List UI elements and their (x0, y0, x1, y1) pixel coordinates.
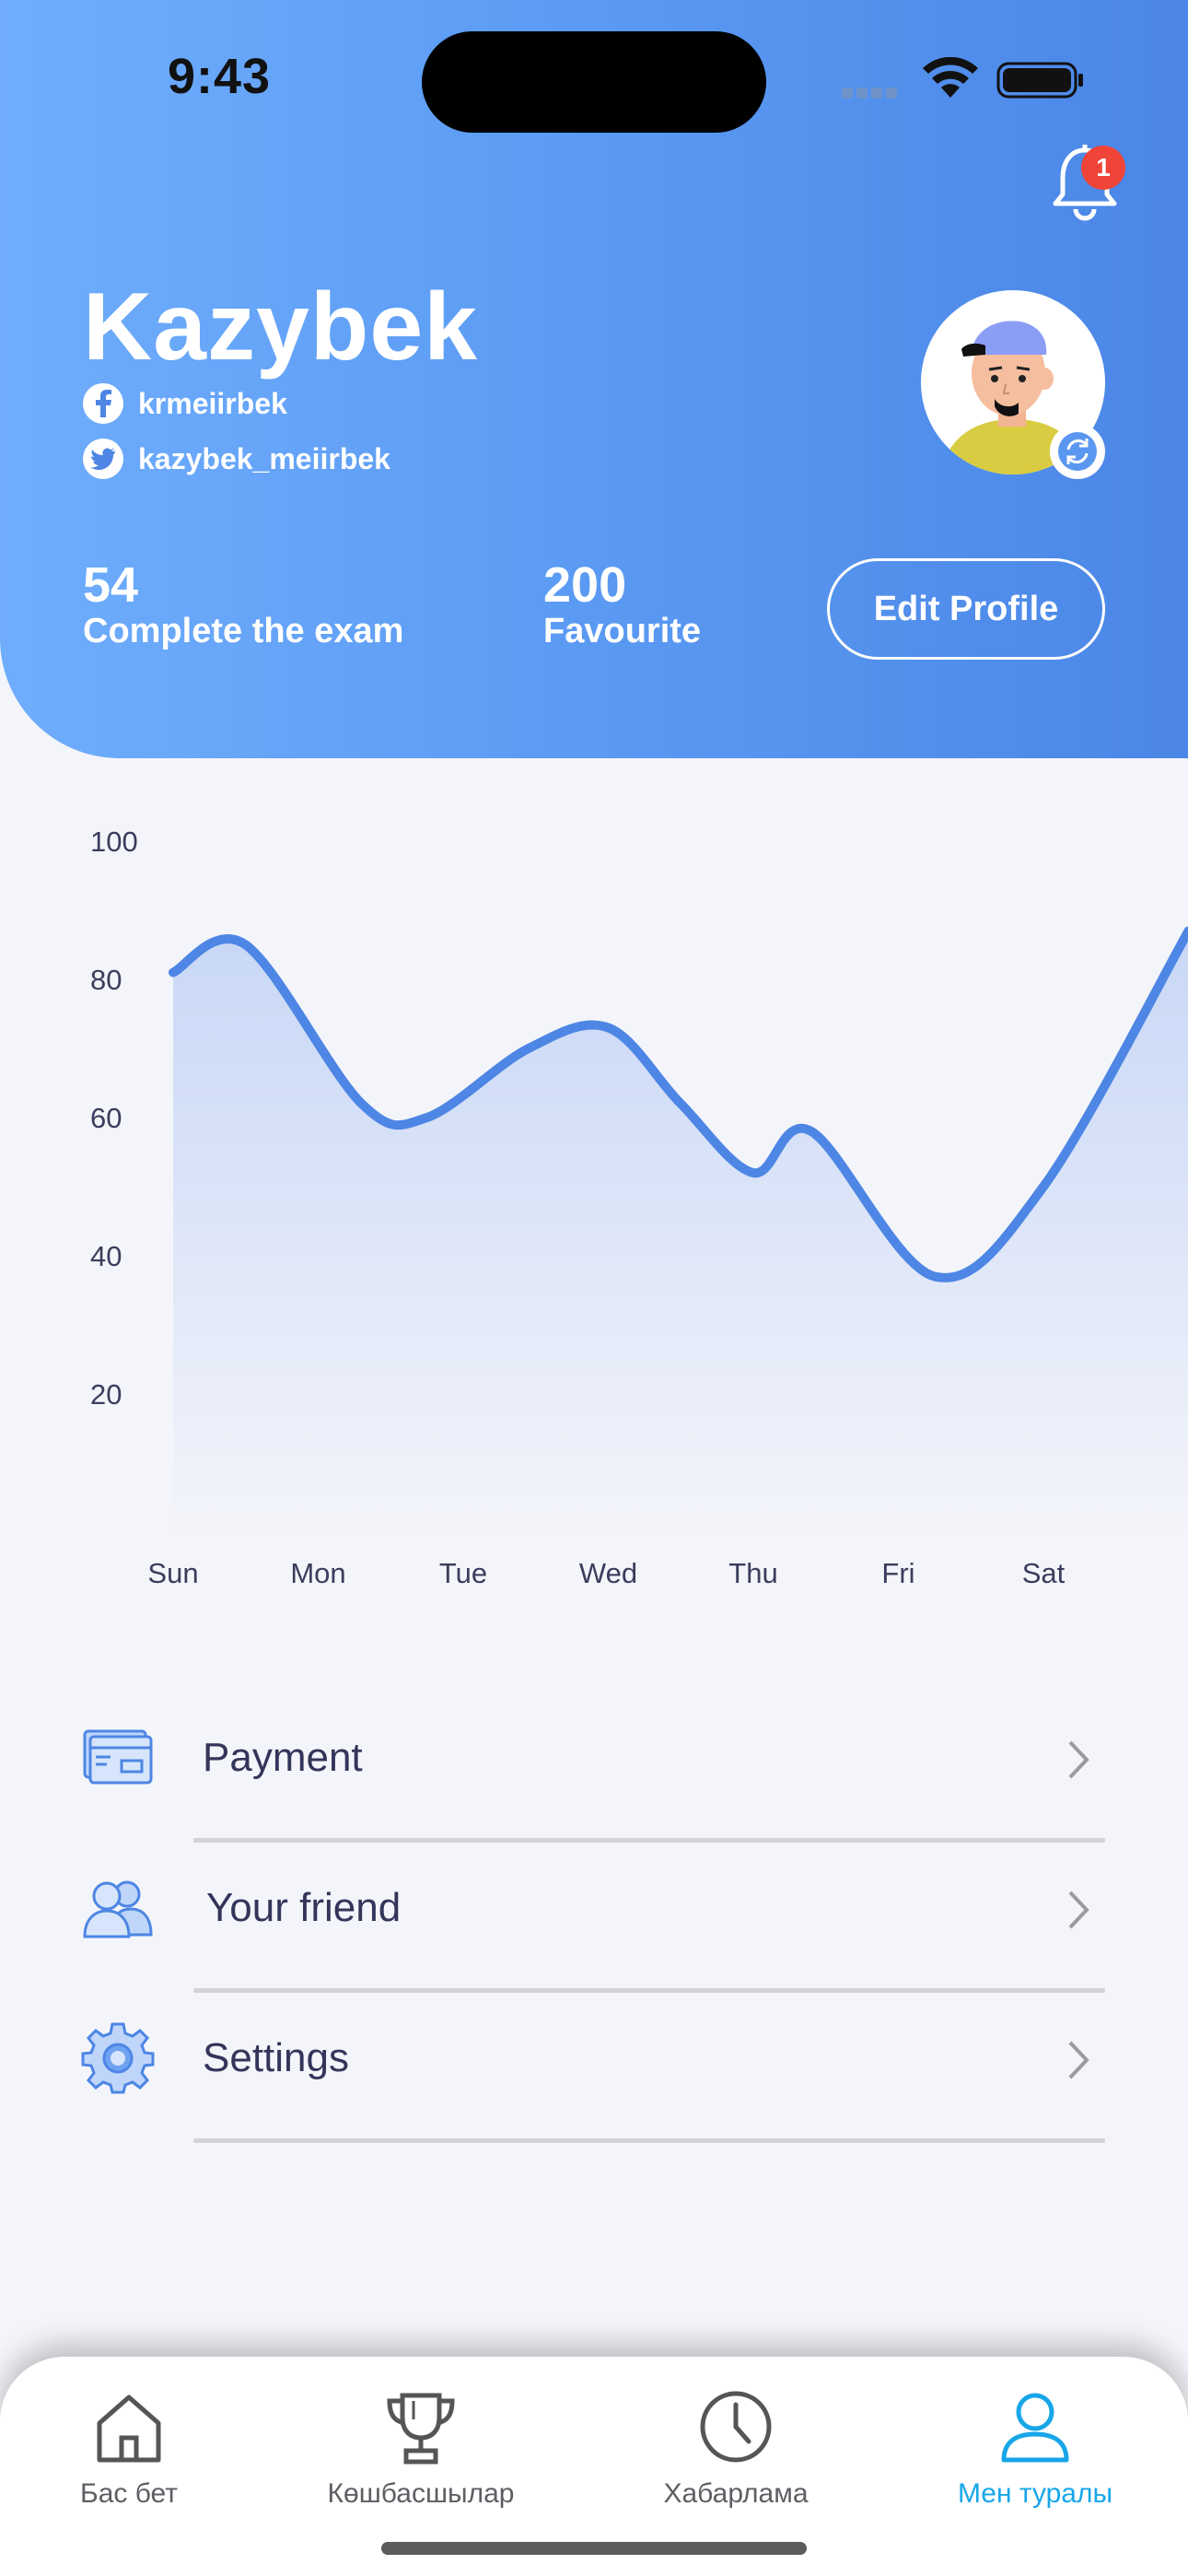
x-tick-label: Sun (147, 1557, 198, 1589)
facebook-link[interactable]: krmeiirbek (83, 383, 287, 424)
menu-item-your-friend[interactable]: Your friend (81, 1843, 1105, 1993)
stat-value: 54 (83, 557, 139, 613)
stat-label: Complete the exam (83, 612, 404, 650)
stat-value: 200 (543, 557, 627, 613)
edit-profile-button[interactable]: Edit Profile (827, 558, 1105, 660)
trophy-icon (387, 2393, 455, 2465)
menu-item-label: Payment (203, 1735, 363, 1780)
chevron-right-icon (1068, 1891, 1089, 1929)
cellular-signal-icon (842, 87, 904, 100)
chart-area-fill (173, 931, 1188, 1539)
twitter-handle: kazybek_meiirbek (138, 441, 390, 475)
menu-item-label: Settings (203, 2035, 349, 2080)
twitter-link[interactable]: kazybek_meiirbek (83, 439, 390, 479)
battery-icon (996, 62, 1083, 99)
user-icon (1001, 2393, 1069, 2463)
y-tick-label: 60 (90, 1102, 122, 1134)
wifi-icon (923, 57, 978, 98)
facebook-icon (83, 383, 123, 424)
y-tick-label: 80 (90, 964, 122, 996)
menu-item-label: Your friend (206, 1885, 402, 1930)
y-tick-label: 40 (90, 1240, 122, 1272)
home-indicator (381, 2542, 807, 2555)
x-tick-label: Mon (290, 1557, 345, 1589)
stat-complete-exam: 54 Complete the exam (83, 556, 403, 651)
tab-about-me[interactable]: Мен туралы (915, 2386, 1155, 2510)
profile-screen: 9:43 1 Kazybek krmeiirbek kazybek_meiirb… (0, 0, 1188, 2576)
x-tick-label: Wed (579, 1557, 637, 1589)
chevron-right-icon (1068, 2041, 1089, 2079)
tab-home[interactable]: Бас бет (9, 2386, 249, 2510)
tab-label: Хабарлама (663, 2478, 809, 2509)
progress-chart: 100 80 60 40 20 Sun Mon Tue Wed Thu Fri Sat (90, 825, 1188, 1589)
x-tick-label: Fri (881, 1557, 914, 1589)
divider (193, 2138, 1105, 2143)
notification-badge: 1 (1081, 146, 1125, 190)
clock-icon (700, 2391, 772, 2463)
tab-label: Көшбасшылар (327, 2478, 515, 2509)
status-time: 9:43 (168, 49, 272, 104)
y-tick-label: 20 (90, 1378, 122, 1411)
friends-icon (83, 1880, 153, 1938)
tab-label: Бас бет (80, 2478, 178, 2509)
twitter-icon (83, 439, 123, 479)
credit-card-icon (83, 1729, 153, 1785)
dynamic-island (422, 31, 766, 133)
tab-notifications[interactable]: Хабарлама (616, 2386, 856, 2510)
tab-leaderboard[interactable]: Көшбасшылар (301, 2386, 541, 2510)
profile-name: Kazybek (83, 274, 478, 381)
gear-icon (81, 2022, 155, 2094)
x-tick-label: Thu (728, 1557, 777, 1589)
x-tick-label: Sat (1022, 1557, 1066, 1589)
menu-item-payment[interactable]: Payment (81, 1692, 1105, 1843)
menu-item-settings[interactable]: Settings (81, 1993, 1105, 2143)
stat-label: Favourite (543, 612, 702, 650)
y-tick-label: 100 (90, 825, 138, 858)
tab-label: Мен туралы (957, 2478, 1113, 2509)
chevron-right-icon (1068, 1740, 1089, 1779)
facebook-handle: krmeiirbek (138, 386, 287, 420)
stat-favourite: 200 Favourite (543, 556, 701, 651)
x-tick-label: Tue (439, 1557, 487, 1589)
home-icon (97, 2395, 161, 2463)
change-avatar-button[interactable] (1050, 424, 1105, 479)
refresh-icon (1058, 432, 1097, 471)
